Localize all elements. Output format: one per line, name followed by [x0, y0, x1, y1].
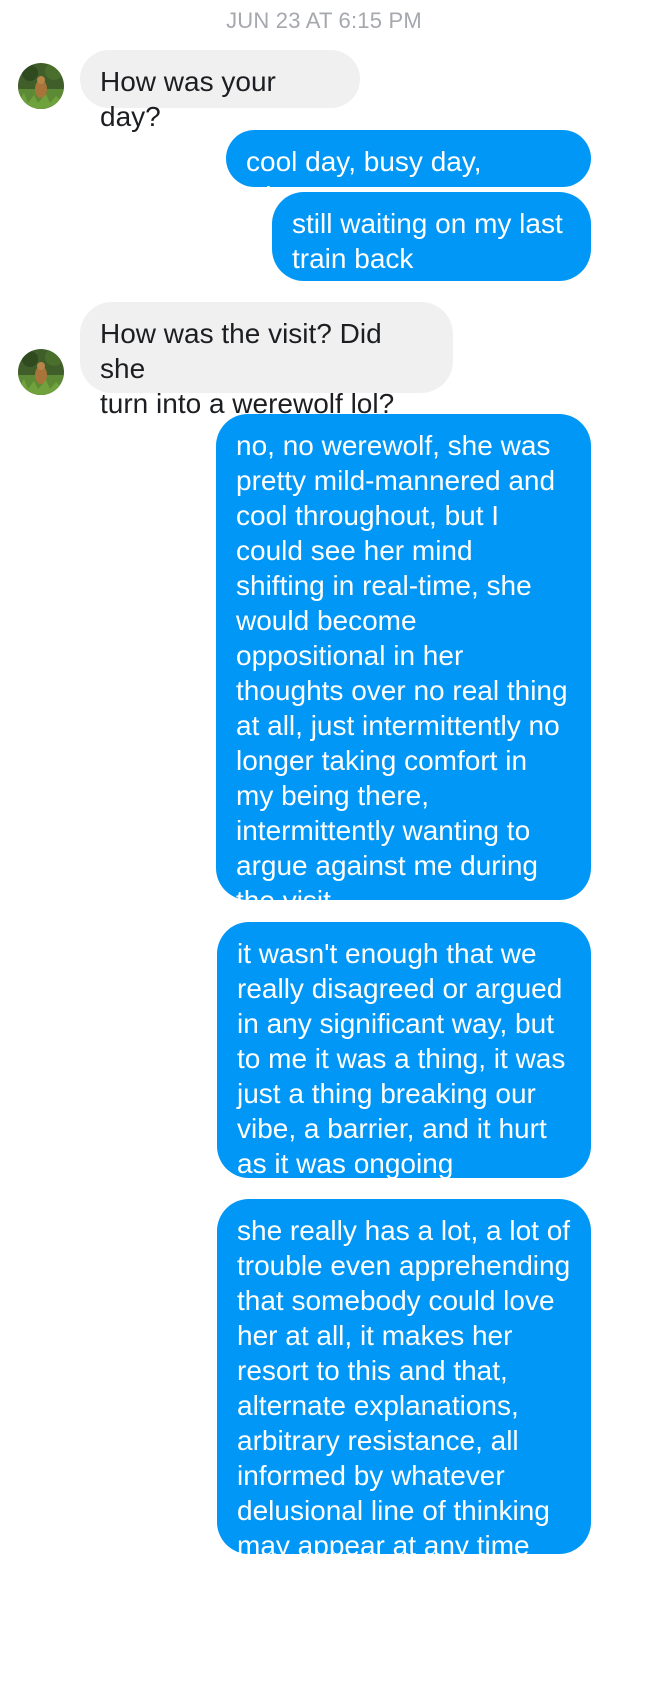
message-bubble-outgoing[interactable]: still waiting on my last train back	[272, 192, 591, 281]
contact-avatar[interactable]	[18, 349, 64, 395]
message-bubble-outgoing[interactable]: it wasn't enough that we really disagree…	[217, 922, 591, 1179]
avatar-photo-icon	[18, 349, 64, 395]
message-bubble-incoming[interactable]: How was the visit? Did she turn into a w…	[80, 302, 453, 419]
contact-avatar[interactable]	[18, 63, 64, 109]
avatar-photo-icon	[18, 63, 64, 109]
message-bubble-incoming[interactable]: How was your day?	[80, 50, 360, 132]
message-bubble-outgoing[interactable]: she really has a lot, a lot of trouble e…	[217, 1199, 591, 1561]
message-bubble-outgoing[interactable]: no, no werewolf, she was pretty mild-man…	[216, 414, 591, 916]
message-bubble-outgoing[interactable]: cool day, busy day, y'know	[226, 130, 591, 212]
timestamp: JUN 23 AT 6:15 PM	[226, 8, 422, 33]
